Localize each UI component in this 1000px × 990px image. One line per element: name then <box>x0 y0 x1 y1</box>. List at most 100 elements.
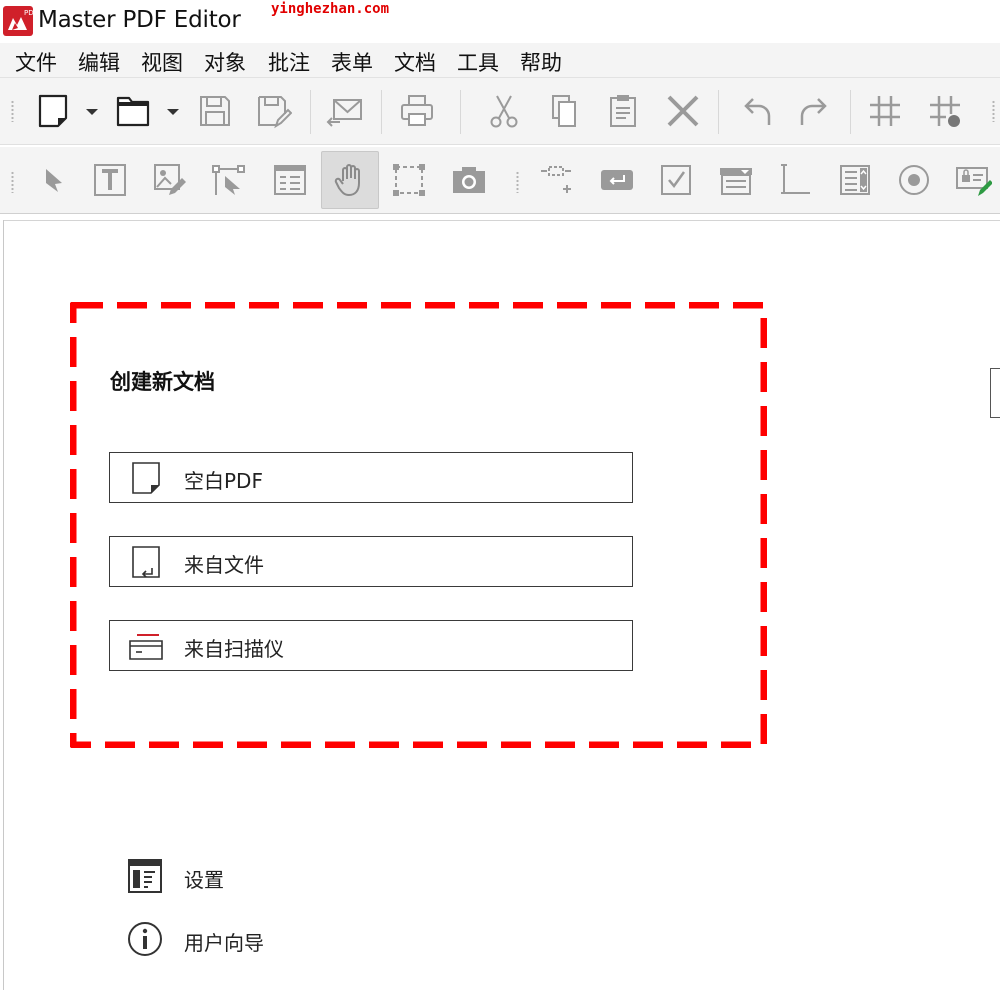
email-icon <box>326 99 362 127</box>
cut-icon <box>490 95 518 128</box>
open-button[interactable] <box>104 82 162 140</box>
delete-icon <box>667 95 699 127</box>
tools-toolbar <box>0 147 1000 214</box>
blank-pdf-button[interactable]: 空白PDF <box>109 452 633 503</box>
hand-tool-icon <box>334 164 360 196</box>
menu-help[interactable]: 帮助 <box>520 47 562 77</box>
text-field-button[interactable] <box>766 151 824 209</box>
undo-button[interactable] <box>727 82 785 140</box>
undo-icon <box>744 98 771 125</box>
checkbox-field-icon <box>661 165 691 195</box>
redo-icon <box>800 98 827 125</box>
signature-field-button[interactable] <box>944 151 1000 209</box>
workspace-border <box>3 220 4 990</box>
toolbar-separator <box>310 90 311 134</box>
toolbar-separator <box>850 90 851 134</box>
save-icon <box>200 96 230 126</box>
toolbar-grip[interactable] <box>992 100 995 122</box>
select-area-button[interactable] <box>380 151 438 209</box>
create-section-title: 创建新文档 <box>110 369 215 394</box>
form-button[interactable] <box>261 151 319 209</box>
edit-shape-icon <box>212 165 245 195</box>
toolbar-grip[interactable] <box>516 171 519 193</box>
checkbox-field-button[interactable] <box>647 151 705 209</box>
user-guide-label: 用户向导 <box>184 931 264 955</box>
paste-button[interactable] <box>594 82 652 140</box>
app-logo-icon: PDF <box>3 6 33 36</box>
menu-document[interactable]: 文档 <box>394 47 436 77</box>
hand-tool-button[interactable] <box>321 151 379 209</box>
save-button[interactable] <box>186 82 244 140</box>
blank-page-icon <box>132 462 160 494</box>
toolbar-separator <box>381 90 382 134</box>
info-icon <box>128 922 162 956</box>
select-arrow-icon <box>46 169 62 192</box>
menu-view[interactable]: 视图 <box>141 47 183 77</box>
form-icon <box>274 165 306 195</box>
combobox-field-button[interactable] <box>707 151 765 209</box>
scanner-icon <box>129 634 163 660</box>
save-as-icon <box>258 96 292 129</box>
menu-object[interactable]: 对象 <box>204 47 246 77</box>
from-scanner-button[interactable]: 来自扫描仪 <box>109 620 633 671</box>
delete-button[interactable] <box>654 82 712 140</box>
menu-file[interactable]: 文件 <box>15 47 57 77</box>
listbox-field-button[interactable] <box>826 151 884 209</box>
page-from-file-icon <box>132 546 160 578</box>
grid-icon <box>870 96 900 126</box>
copy-button[interactable] <box>535 82 593 140</box>
text-field-icon <box>781 164 810 194</box>
listbox-field-icon <box>840 165 870 195</box>
title-bar: PDF Master PDF Editor yinghezhan.com <box>0 0 1000 42</box>
main-toolbar <box>0 78 1000 145</box>
workspace-border <box>3 220 1000 221</box>
save-as-button[interactable] <box>244 82 302 140</box>
edit-shape-button[interactable] <box>200 151 258 209</box>
blank-pdf-label: 空白PDF <box>184 469 263 493</box>
svg-text:PDF: PDF <box>24 9 33 17</box>
from-file-button[interactable]: 来自文件 <box>109 536 633 587</box>
snap-to-grid-icon <box>930 96 960 127</box>
edit-text-icon <box>94 164 126 196</box>
print-icon <box>401 95 433 126</box>
toolbar-separator <box>460 90 461 134</box>
radio-field-button[interactable] <box>885 151 943 209</box>
edit-image-icon <box>154 164 186 195</box>
button-field-icon <box>601 170 633 190</box>
select-tool-button[interactable] <box>22 151 80 209</box>
menu-edit[interactable]: 编辑 <box>78 47 120 77</box>
new-document-button[interactable] <box>24 82 82 140</box>
menu-tools[interactable]: 工具 <box>457 47 499 77</box>
settings-label: 设置 <box>184 868 224 892</box>
menu-comment[interactable]: 批注 <box>268 47 310 77</box>
side-panel-edge <box>990 368 1000 418</box>
email-button[interactable] <box>316 82 374 140</box>
menu-bar: 文件 编辑 视图 对象 批注 表单 文档 工具 帮助 <box>0 43 1000 78</box>
menu-forms[interactable]: 表单 <box>331 47 373 77</box>
copy-icon <box>552 95 576 127</box>
snapshot-button[interactable] <box>440 151 498 209</box>
signature-field-icon <box>956 167 992 196</box>
snap-to-grid-button[interactable] <box>916 82 974 140</box>
chevron-down-icon[interactable] <box>84 104 100 120</box>
button-field-button[interactable] <box>588 151 646 209</box>
toolbar-separator <box>718 90 719 134</box>
link-icon <box>541 166 571 193</box>
print-button[interactable] <box>388 82 446 140</box>
redo-button[interactable] <box>786 82 844 140</box>
edit-image-button[interactable] <box>141 151 199 209</box>
grid-button[interactable] <box>856 82 914 140</box>
snapshot-icon <box>453 167 485 193</box>
cut-button[interactable] <box>475 82 533 140</box>
paste-icon <box>610 95 636 127</box>
combobox-field-icon <box>720 168 752 195</box>
toolbar-grip[interactable] <box>11 171 14 193</box>
from-scanner-label: 来自扫描仪 <box>184 637 284 661</box>
open-folder-icon <box>116 96 150 127</box>
settings-window-icon <box>128 859 162 893</box>
link-button[interactable] <box>527 151 585 209</box>
toolbar-grip[interactable] <box>11 100 14 122</box>
chevron-down-icon[interactable] <box>165 104 181 120</box>
from-file-label: 来自文件 <box>184 553 264 577</box>
edit-text-button[interactable] <box>81 151 139 209</box>
